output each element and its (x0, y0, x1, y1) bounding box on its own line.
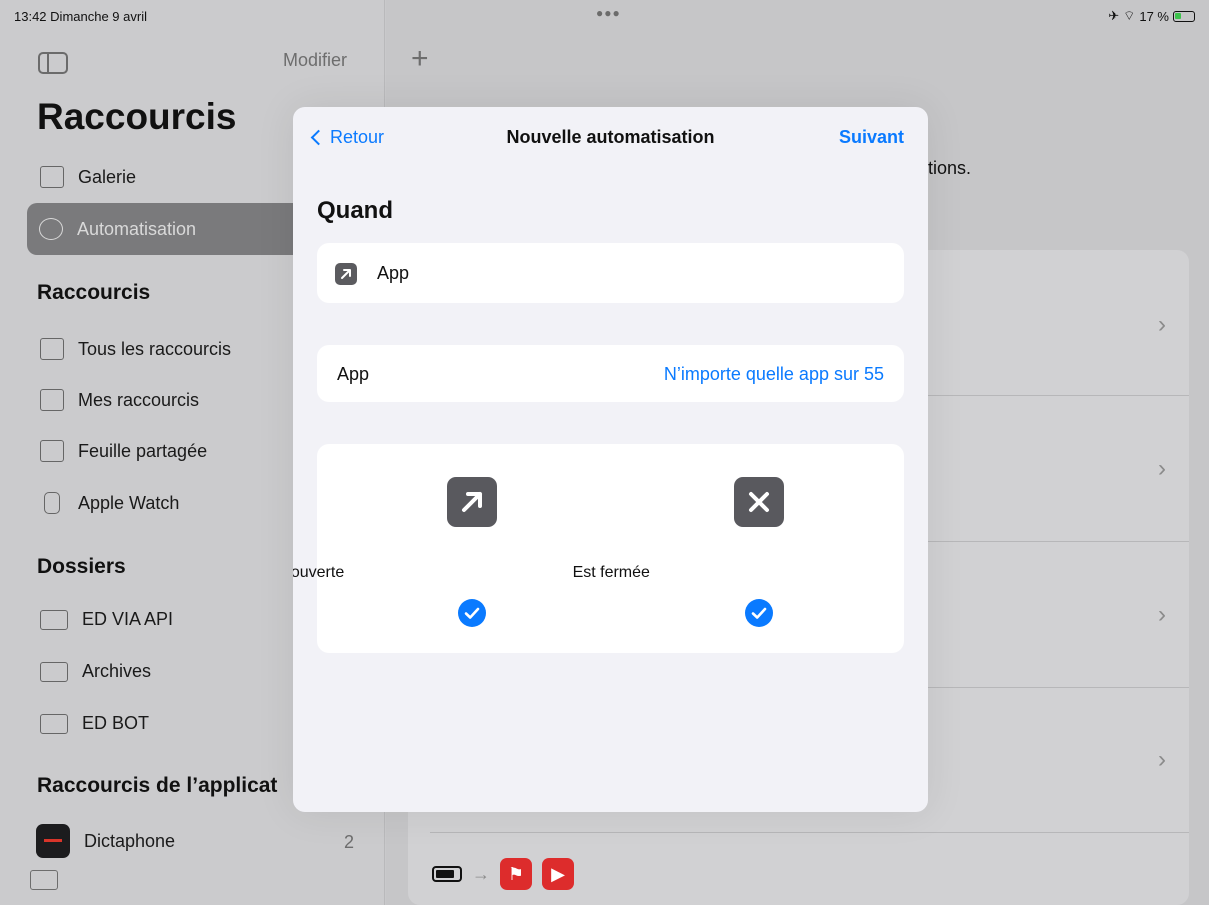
status-bar: 13:42 Dimanche 9 avril ●●● ✈ ⌔ 17 % (0, 0, 1209, 28)
list-divider (430, 832, 1189, 833)
folder-label: ED VIA API (82, 609, 174, 629)
clock-icon (39, 218, 63, 240)
status-time: 13:42 Dimanche 9 avril (14, 9, 147, 24)
folder-icon (40, 661, 68, 682)
chevron-right-icon[interactable]: › (1158, 455, 1166, 483)
watch-icon (44, 492, 60, 514)
chevron-right-icon[interactable]: › (1158, 746, 1166, 774)
wifi-icon: ⌔ (1123, 8, 1136, 23)
airplane-icon: ✈ (1108, 8, 1120, 23)
multitasking-dots[interactable]: ●●● (596, 6, 621, 20)
trigger-label: App (377, 263, 410, 283)
new-folder-icon[interactable] (30, 870, 58, 890)
sidebar-title: Raccourcis (37, 96, 237, 137)
sidebar-item-my-shortcuts[interactable]: Mes raccourcis (40, 389, 199, 411)
shortcut-count: 2 (344, 832, 355, 852)
sidebar-item-label: Dictaphone (84, 830, 176, 851)
checkmark-circle-icon[interactable] (744, 599, 773, 627)
option-label: Est ouverte (293, 564, 345, 581)
automation-row-icons: → ⚑ ▶ (432, 858, 574, 890)
sidebar-item-share-sheet[interactable]: Feuille partagée (40, 440, 207, 462)
sidebar-item-label: Feuille partagée (78, 440, 208, 461)
option-is-opened[interactable]: Est ouverte (293, 444, 611, 653)
sheet-navbar: Retour Nouvelle automatisation Suivant (293, 107, 928, 171)
folder-icon (40, 713, 68, 734)
trigger-options-card: Est ouverte Est fermée (293, 444, 905, 653)
main-subtitle-fragment: tions. (928, 158, 972, 178)
share-icon (40, 440, 64, 462)
folder-label: ED BOT (82, 713, 150, 733)
section-shortcuts: Raccourcis (37, 281, 151, 304)
sidebar-folder[interactable]: Archives (40, 661, 151, 682)
sidebar-item-all-shortcuts[interactable]: Tous les raccourcis (40, 338, 231, 360)
new-automation-sheet: Retour Nouvelle automatisation Suivant Q… (293, 107, 928, 812)
sidebar-toggle-icon[interactable] (38, 52, 68, 74)
arrow-right-icon: → (472, 863, 490, 884)
stack-icon (40, 338, 64, 360)
xmark-icon (733, 477, 784, 527)
checkmark-circle-icon[interactable] (458, 599, 486, 627)
sidebar-item-dictaphone[interactable]: Dictaphone (36, 824, 175, 858)
battery-percent: 17 % (1139, 8, 1169, 24)
sidebar-folder[interactable]: ED BOT (40, 713, 149, 734)
sidebar-item-label: Mes raccourcis (78, 389, 200, 410)
sidebar-item-label: Tous les raccourcis (78, 338, 232, 359)
dictaphone-app-icon (36, 824, 70, 858)
gallery-icon (40, 166, 64, 188)
app-row-label: App (337, 364, 370, 384)
sidebar-folder[interactable]: ED VIA API (40, 609, 173, 630)
arrow-up-right-icon (447, 477, 497, 527)
section-app-shortcuts: Raccourcis de l’applicat (37, 774, 278, 797)
next-button[interactable]: Suivant (839, 127, 904, 148)
app-row-value[interactable]: N’importe quelle app sur 55 (664, 364, 884, 385)
battery-icon (432, 866, 462, 882)
section-folders: Dossiers (37, 555, 126, 578)
option-label: Est fermée (572, 564, 650, 581)
sheet-title: Nouvelle automatisation (506, 127, 715, 147)
when-heading: Quand (317, 197, 393, 224)
sidebar-item-label: Apple Watch (78, 492, 180, 513)
add-automation-button[interactable]: + (411, 42, 429, 76)
trigger-card: App (317, 243, 904, 303)
sidebar-item-label: Galerie (78, 166, 137, 187)
folder-label: Archives (82, 661, 152, 681)
edit-button[interactable]: Modifier (283, 50, 347, 71)
sidebar-item-apple-watch[interactable]: Apple Watch (40, 492, 179, 514)
chevron-right-icon[interactable]: › (1158, 601, 1166, 629)
folder-icon (40, 609, 68, 630)
sidebar-item-label: Automatisation (77, 218, 197, 239)
person-stack-icon (40, 389, 64, 411)
chevron-right-icon[interactable]: › (1158, 311, 1166, 339)
sidebar-item-gallery[interactable]: Galerie (40, 166, 136, 188)
play-app-icon: ▶ (542, 858, 574, 890)
option-is-closed[interactable]: Est fermée (573, 444, 905, 653)
reminder-app-icon: ⚑ (500, 858, 532, 890)
battery-icon (1173, 10, 1195, 22)
status-right: ✈ ⌔ 17 % (1108, 8, 1195, 24)
arrow-up-right-icon (335, 263, 357, 285)
app-selector-row[interactable]: App N’importe quelle app sur 55 (317, 345, 904, 402)
